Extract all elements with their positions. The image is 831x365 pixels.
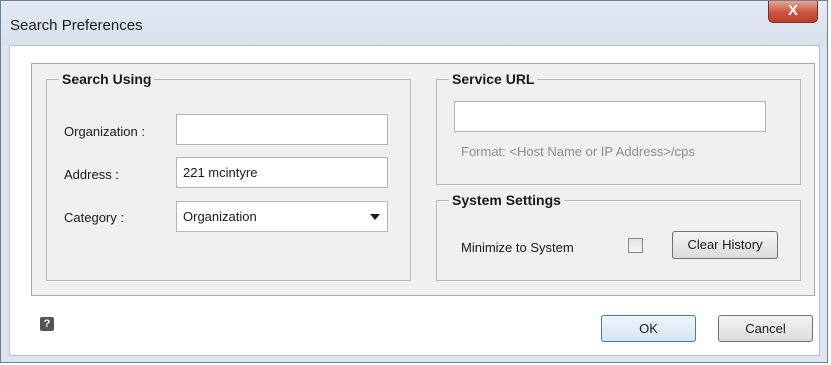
close-icon: X: [787, 2, 798, 19]
service-url-legend: Service URL: [452, 71, 535, 87]
service-url-group: Service URL Format: <Host Name or IP Add…: [436, 71, 801, 185]
format-hint: Format: <Host Name or IP Address>/cps: [461, 144, 695, 159]
cancel-button[interactable]: Cancel: [718, 315, 813, 342]
help-icon[interactable]: ?: [40, 317, 54, 331]
category-select[interactable]: Organization: [176, 201, 388, 232]
minimize-to-system-label: Minimize to System: [461, 240, 574, 255]
organization-input[interactable]: [176, 114, 388, 145]
minimize-to-system-checkbox[interactable]: [628, 238, 643, 253]
settings-panel: Search Using Organization : Address : 22…: [31, 63, 815, 296]
title-bar: Search Preferences X: [1, 1, 827, 45]
ok-button[interactable]: OK: [601, 315, 696, 342]
address-label: Address :: [64, 167, 119, 182]
address-input[interactable]: 221 mcintyre: [176, 157, 388, 188]
dialog-title: Search Preferences: [10, 17, 143, 34]
search-using-legend: Search Using: [62, 71, 152, 87]
search-using-group: Search Using Organization : Address : 22…: [46, 71, 411, 281]
clear-history-button[interactable]: Clear History: [672, 231, 778, 259]
category-label: Category :: [64, 210, 124, 225]
dialog-body: Search Using Organization : Address : 22…: [9, 45, 820, 356]
system-settings-group: System Settings Minimize to System Clear…: [436, 192, 801, 281]
category-value: Organization: [183, 209, 257, 224]
search-preferences-dialog: Search Preferences X Search Using Organi…: [0, 0, 828, 363]
chevron-down-icon: [370, 214, 380, 220]
system-settings-legend: System Settings: [452, 192, 561, 208]
close-button[interactable]: X: [768, 1, 818, 23]
organization-label: Organization :: [64, 124, 145, 139]
service-url-input[interactable]: [454, 101, 766, 132]
